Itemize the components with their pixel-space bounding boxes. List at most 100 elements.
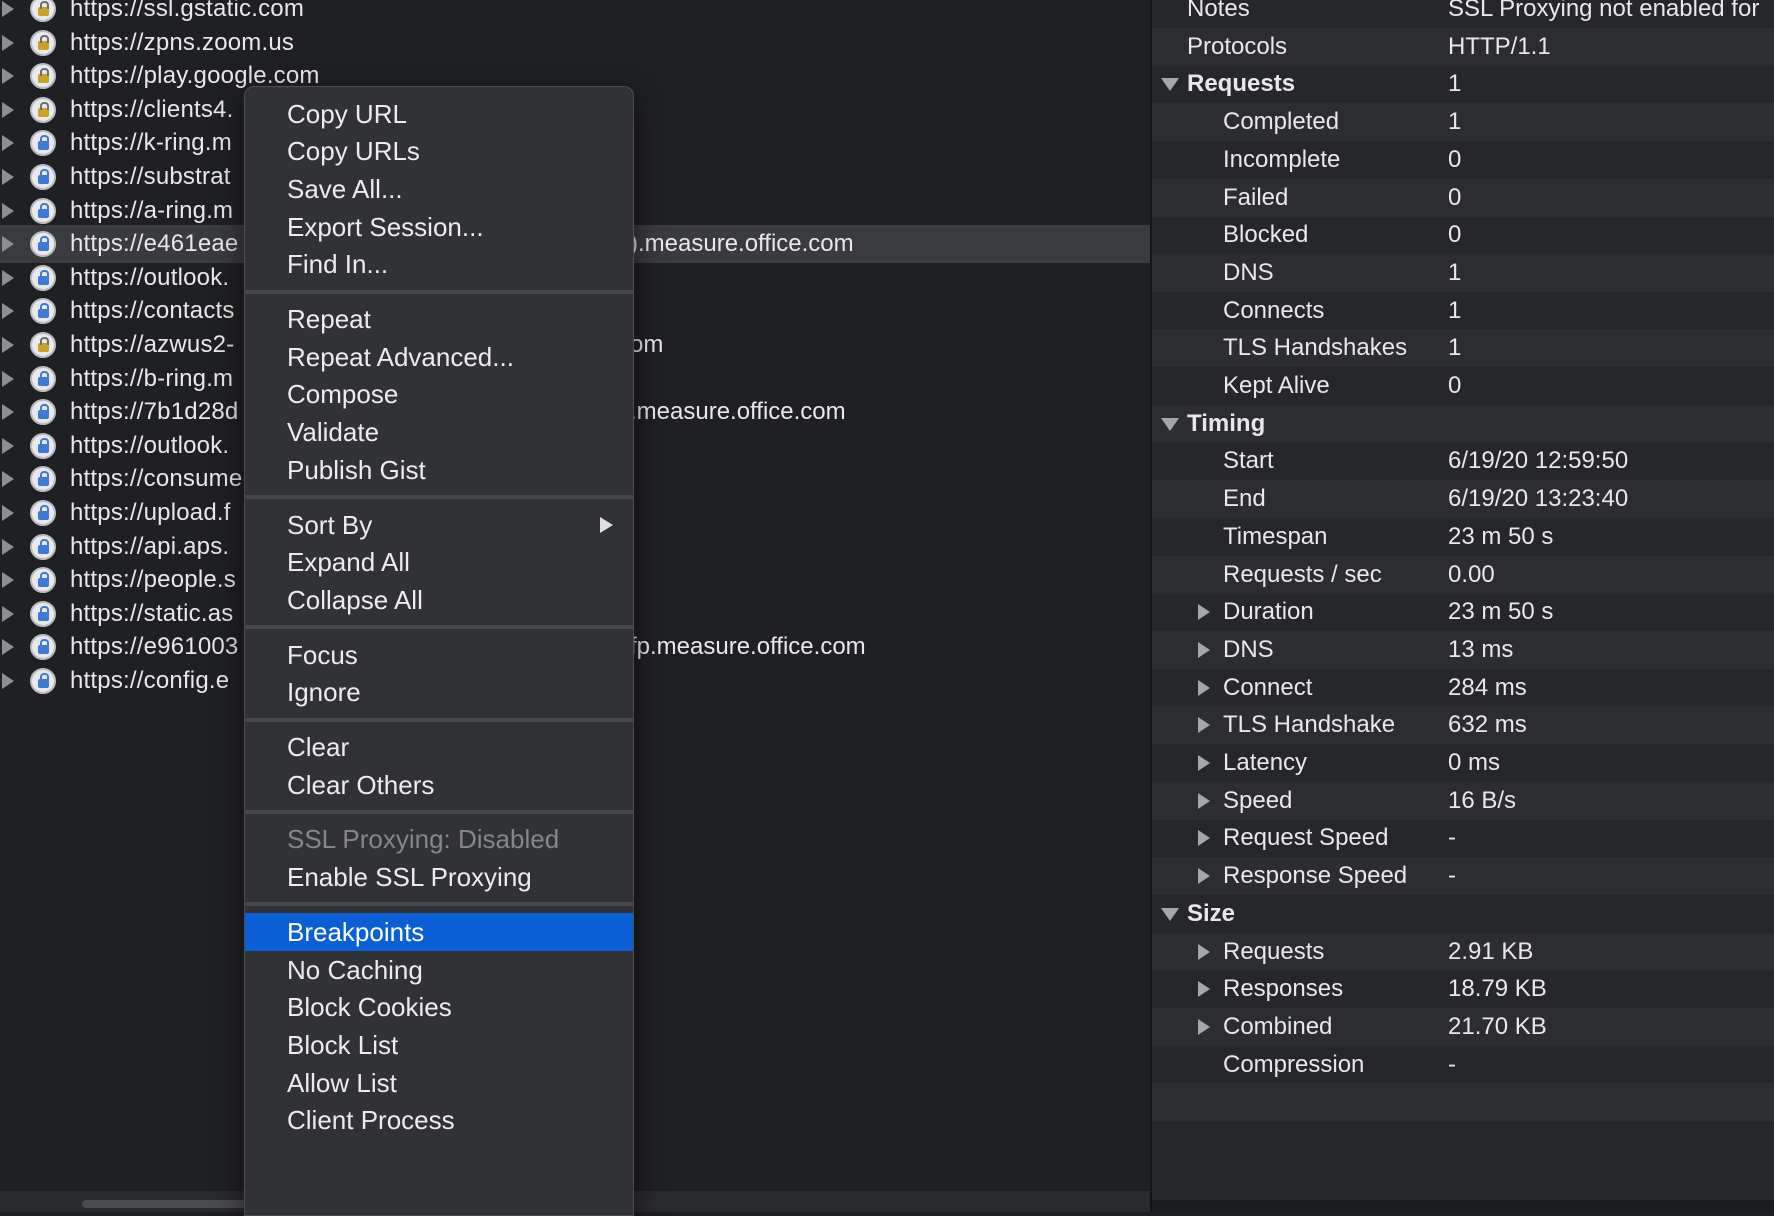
menu-item-label: Export Session...: [287, 211, 484, 242]
expand-arrow-icon[interactable]: [1198, 641, 1210, 658]
expand-arrow-icon[interactable]: [1198, 1018, 1210, 1035]
disclosure-triangle-icon[interactable]: [2, 471, 14, 488]
menu-separator: [245, 717, 633, 722]
disclosure-triangle-icon[interactable]: [2, 303, 14, 320]
menu-item-find-in[interactable]: Find In...: [245, 246, 633, 284]
expand-arrow-icon[interactable]: [1198, 943, 1210, 960]
overview-row[interactable]: TLS Handshake 632 ms: [1152, 706, 1774, 745]
menu-item-copy-urls[interactable]: Copy URLs: [245, 133, 633, 171]
menu-separator: [245, 625, 633, 630]
expand-arrow-icon[interactable]: [1198, 792, 1210, 809]
menu-item-sort-by[interactable]: Sort By: [245, 506, 633, 544]
menu-item-repeat[interactable]: Repeat: [245, 301, 633, 339]
disclosure-triangle-icon[interactable]: [2, 673, 14, 689]
expand-arrow-icon[interactable]: [1198, 981, 1210, 998]
overview-value-combined: 21.70 KB: [1448, 1012, 1547, 1040]
menu-item-save-all[interactable]: Save All...: [245, 170, 633, 208]
ssl-lock-bolt-icon: [30, 164, 56, 190]
menu-item-clear-others[interactable]: Clear Others: [245, 766, 633, 804]
disclosure-triangle-icon[interactable]: [2, 437, 14, 454]
disclosure-triangle-icon[interactable]: [2, 1, 14, 17]
menu-item-no-caching[interactable]: No Caching: [245, 951, 633, 989]
host-url: https://azwus2-: [70, 331, 235, 358]
expand-arrow-icon[interactable]: [1198, 830, 1210, 847]
host-url: https://clients4.: [70, 95, 234, 123]
disclosure-triangle-icon[interactable]: [2, 505, 14, 521]
overview-row[interactable]: Responses 18.79 KB: [1152, 970, 1774, 1008]
overview-horizontal-scrollbar[interactable]: [1152, 1200, 1774, 1212]
menu-item-repeat-advanced[interactable]: Repeat Advanced...: [245, 338, 633, 376]
overview-value-request-speed: -: [1448, 824, 1456, 852]
overview-key-timespan: Timespan: [1223, 522, 1328, 550]
menu-item-label: Allow List: [287, 1067, 397, 1098]
ssl-lock-bolt-icon: [30, 298, 56, 325]
menu-item-clear[interactable]: Clear: [245, 729, 633, 767]
menu-item-allow-list[interactable]: Allow List: [245, 1064, 633, 1102]
overview-row[interactable]: Size: [1152, 895, 1774, 933]
disclosure-triangle-icon[interactable]: [2, 337, 14, 353]
overview-value-tls-handshake: 632 ms: [1448, 711, 1527, 739]
section-collapse-arrow-icon[interactable]: [1161, 907, 1179, 921]
expand-arrow-icon[interactable]: [1198, 679, 1210, 696]
disclosure-triangle-icon[interactable]: [2, 538, 14, 555]
menu-item-export-session[interactable]: Export Session...: [245, 208, 633, 246]
overview-row[interactable]: Combined 21.70 KB: [1152, 1007, 1774, 1046]
overview-row[interactable]: Latency 0 ms: [1152, 744, 1774, 782]
ssl-lock-bolt-icon: [30, 668, 56, 694]
menu-item-ignore[interactable]: Ignore: [245, 674, 633, 712]
overview-row[interactable]: Response Speed -: [1152, 857, 1774, 896]
menu-item-breakpoints[interactable]: Breakpoints: [245, 913, 633, 952]
expand-arrow-icon[interactable]: [1198, 755, 1210, 771]
overview-key-completed: Completed: [1223, 108, 1340, 136]
overview-key-dns: DNS: [1223, 635, 1274, 663]
overview-value-response-speed: -: [1448, 862, 1456, 890]
menu-item-block-cookies[interactable]: Block Cookies: [245, 989, 633, 1027]
disclosure-triangle-icon[interactable]: [2, 169, 14, 185]
menu-item-copy-url[interactable]: Copy URL: [245, 95, 633, 133]
overview-row: Blocked 0: [1152, 216, 1774, 254]
overview-row[interactable]: Requests 2.91 KB: [1152, 932, 1774, 971]
disclosure-triangle-icon[interactable]: [2, 236, 14, 253]
section-collapse-arrow-icon[interactable]: [1161, 417, 1179, 431]
disclosure-triangle-icon[interactable]: [2, 68, 14, 85]
overview-key-connects: Connects: [1223, 296, 1325, 324]
ssl-lock-bolt-icon: [30, 197, 56, 224]
overview-row[interactable]: Requests 1: [1152, 65, 1774, 103]
menu-item-focus[interactable]: Focus: [245, 636, 633, 674]
disclosure-triangle-icon[interactable]: [2, 202, 14, 219]
overview-key-request-speed: Request Speed: [1223, 824, 1389, 852]
overview-key-notes: Notes: [1187, 0, 1250, 22]
disclosure-triangle-icon[interactable]: [2, 135, 14, 152]
disclosure-triangle-icon[interactable]: [2, 572, 14, 589]
menu-item-compose[interactable]: Compose: [245, 376, 633, 414]
expand-arrow-icon[interactable]: [1198, 717, 1210, 734]
menu-item-enable-ssl-proxying[interactable]: Enable SSL Proxying: [245, 859, 633, 897]
expand-arrow-icon[interactable]: [1198, 604, 1210, 621]
overview-row[interactable]: Duration 23 m 50 s: [1152, 593, 1774, 631]
overview-row[interactable]: Timing: [1152, 404, 1774, 443]
menu-item-block-list[interactable]: Block List: [245, 1026, 633, 1064]
menu-item-publish-gist[interactable]: Publish Gist: [245, 451, 633, 489]
disclosure-triangle-icon[interactable]: [2, 605, 14, 622]
disclosure-triangle-icon[interactable]: [2, 269, 14, 286]
disclosure-triangle-icon[interactable]: [2, 101, 14, 118]
disclosure-triangle-icon[interactable]: [2, 370, 14, 387]
host-row[interactable]: https://zpns.zoom.us: [0, 24, 1152, 62]
overview-row: DNS 1: [1152, 253, 1774, 292]
menu-item-client-process[interactable]: Client Process: [245, 1102, 633, 1140]
disclosure-triangle-icon[interactable]: [2, 639, 14, 656]
menu-item-collapse-all[interactable]: Collapse All: [245, 581, 633, 619]
disclosure-triangle-icon[interactable]: [2, 34, 14, 51]
overview-row[interactable]: Request Speed -: [1152, 819, 1774, 857]
menu-item-ssl-proxying-disabled: SSL Proxying: Disabled: [245, 821, 633, 859]
disclosure-triangle-icon[interactable]: [2, 404, 14, 421]
overview-row[interactable]: Connect 284 ms: [1152, 669, 1774, 707]
section-collapse-arrow-icon[interactable]: [1161, 78, 1179, 92]
menu-item-expand-all[interactable]: Expand All: [245, 544, 633, 582]
overview-row[interactable]: DNS 13 ms: [1152, 630, 1774, 669]
overview-row[interactable]: Speed 16 B/s: [1152, 781, 1774, 820]
expand-arrow-icon[interactable]: [1198, 868, 1210, 885]
host-url: https://api.aps.: [70, 532, 230, 560]
menu-item-validate[interactable]: Validate: [245, 414, 633, 452]
overview-row: End 6/19/20 13:23:40: [1152, 480, 1774, 519]
